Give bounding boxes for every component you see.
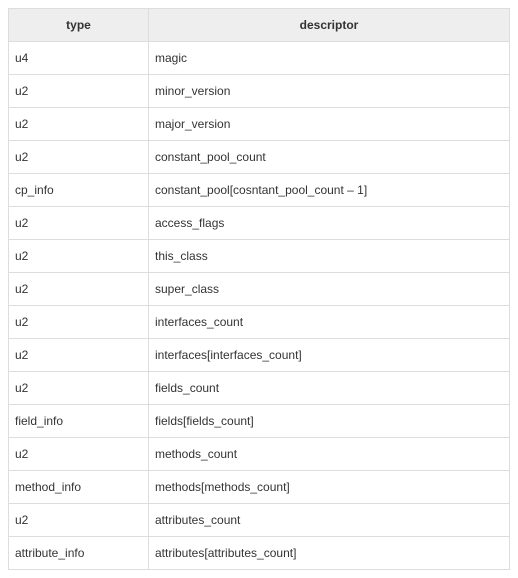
table-row: field_infofields[fields_count] [9,405,510,438]
table-row: u2attributes_count [9,504,510,537]
cell-type: field_info [9,405,149,438]
header-type: type [9,9,149,42]
table-row: u4magic [9,42,510,75]
cell-type: u2 [9,504,149,537]
table-row: u2minor_version [9,75,510,108]
table-body: u4magicu2minor_versionu2major_versionu2c… [9,42,510,570]
table-header-row: type descriptor [9,9,510,42]
cell-descriptor: minor_version [149,75,510,108]
cell-type: u4 [9,42,149,75]
cell-descriptor: fields_count [149,372,510,405]
cell-descriptor: major_version [149,108,510,141]
table-row: u2access_flags [9,207,510,240]
cell-descriptor: constant_pool_count [149,141,510,174]
cell-type: u2 [9,306,149,339]
table-row: u2constant_pool_count [9,141,510,174]
table-row: u2interfaces[interfaces_count] [9,339,510,372]
cell-type: method_info [9,471,149,504]
cell-descriptor: attributes[attributes_count] [149,537,510,570]
cell-descriptor: constant_pool[cosntant_pool_count – 1] [149,174,510,207]
cell-descriptor: this_class [149,240,510,273]
cell-descriptor: super_class [149,273,510,306]
cell-descriptor: attributes_count [149,504,510,537]
cell-type: attribute_info [9,537,149,570]
cell-descriptor: interfaces_count [149,306,510,339]
cell-type: u2 [9,339,149,372]
cell-descriptor: magic [149,42,510,75]
class-file-structure-table: type descriptor u4magicu2minor_versionu2… [8,8,510,570]
cell-descriptor: access_flags [149,207,510,240]
cell-type: u2 [9,75,149,108]
cell-type: u2 [9,240,149,273]
table-row: u2major_version [9,108,510,141]
table-row: attribute_infoattributes[attributes_coun… [9,537,510,570]
table-row: u2fields_count [9,372,510,405]
table-row: u2super_class [9,273,510,306]
table-row: cp_infoconstant_pool[cosntant_pool_count… [9,174,510,207]
cell-type: u2 [9,141,149,174]
cell-descriptor: fields[fields_count] [149,405,510,438]
table-row: u2methods_count [9,438,510,471]
table-row: method_infomethods[methods_count] [9,471,510,504]
cell-type: u2 [9,207,149,240]
cell-type: u2 [9,108,149,141]
cell-type: u2 [9,438,149,471]
table-row: u2this_class [9,240,510,273]
cell-type: u2 [9,273,149,306]
cell-descriptor: methods_count [149,438,510,471]
header-descriptor: descriptor [149,9,510,42]
cell-descriptor: methods[methods_count] [149,471,510,504]
cell-type: cp_info [9,174,149,207]
cell-type: u2 [9,372,149,405]
table-row: u2interfaces_count [9,306,510,339]
cell-descriptor: interfaces[interfaces_count] [149,339,510,372]
